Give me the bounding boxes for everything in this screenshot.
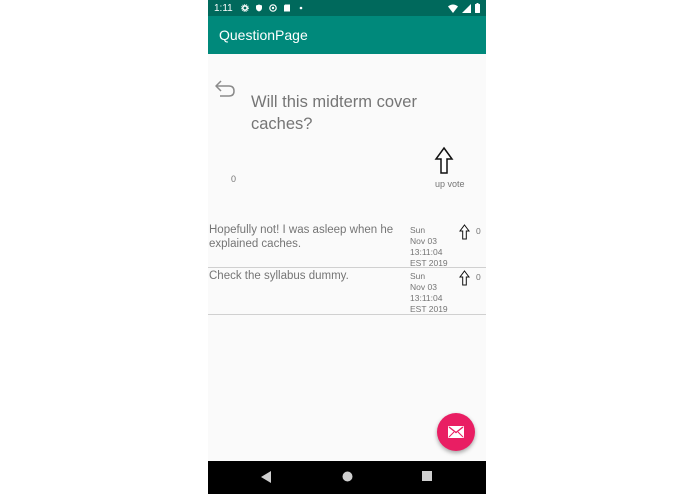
list-item: Hopefully not! I was asleep when he expl… — [208, 223, 486, 268]
status-time: 1:11 — [214, 2, 233, 14]
navigation-bar — [208, 461, 486, 494]
dot-icon — [299, 6, 303, 10]
question-vote-count: 0 — [231, 174, 237, 184]
answer-text: Check the syllabus dummy. — [209, 270, 349, 282]
home-icon[interactable] — [342, 471, 353, 482]
battery-icon — [475, 3, 480, 13]
wifi-icon — [448, 4, 458, 13]
answer-upvote-icon[interactable] — [459, 224, 470, 240]
gear-icon — [240, 4, 249, 12]
page-title: QuestionPage — [219, 27, 308, 43]
back-icon[interactable] — [261, 471, 271, 483]
sync-icon — [268, 4, 277, 12]
list-item: Check the syllabus dummy. Sun Nov 03 13:… — [208, 269, 486, 315]
question-title: Will this midterm cover caches? — [251, 93, 417, 133]
back-arrow-icon[interactable] — [213, 78, 237, 100]
mail-icon — [448, 426, 464, 438]
answer-vote-count: 0 — [476, 272, 481, 282]
answer-date: Sun Nov 03 13:11:04 EST 2019 — [410, 225, 448, 268]
answer-vote-count: 0 — [476, 226, 481, 236]
recents-icon[interactable] — [422, 471, 432, 481]
status-bar: 1:11 — [208, 0, 486, 16]
upvote-label: up vote — [435, 179, 465, 189]
app-bar: QuestionPage — [208, 16, 486, 54]
phone-screen: 1:11 QuestionPage Will this midterm cove… — [208, 0, 486, 494]
upvote-arrow-icon[interactable] — [433, 146, 455, 176]
answer-date: Sun Nov 03 13:11:04 EST 2019 — [410, 271, 448, 314]
answer-upvote-icon[interactable] — [459, 270, 470, 286]
signal-icon — [462, 3, 471, 13]
shield-icon — [255, 4, 262, 12]
compose-fab-button[interactable] — [437, 413, 475, 451]
sd-card-icon — [283, 4, 290, 12]
answer-text: Hopefully not! I was asleep when he expl… — [209, 224, 394, 250]
